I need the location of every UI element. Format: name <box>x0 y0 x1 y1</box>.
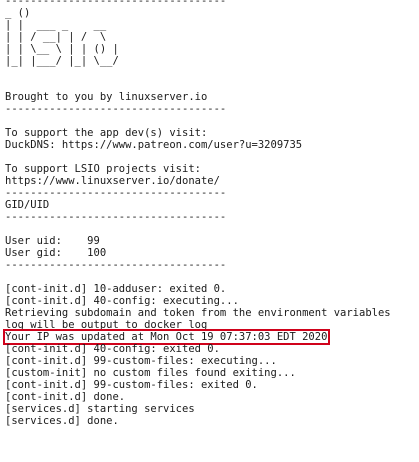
log-line: [cont-init.d] 99-custom-files: exited 0. <box>5 379 258 391</box>
ascii-logo-line: | | \__ \ | | () | <box>5 43 119 55</box>
log-line: [cont-init.d] 99-custom-files: executing… <box>5 355 277 367</box>
separator-line: ----------------------------------- <box>5 0 227 7</box>
log-line: [services.d] done. <box>5 415 119 427</box>
log-line: log will be output to docker log <box>5 319 208 331</box>
donate-link-line: https://www.linuxserver.io/donate/ <box>5 175 220 187</box>
ascii-logo-line: | | ___ _ __ <box>5 19 107 31</box>
gid-uid-heading: GID/UID <box>5 199 50 211</box>
separator-line: ----------------------------------- <box>5 187 227 199</box>
user-uid-line: User uid: 99 <box>5 235 100 247</box>
log-line: Retrieving subdomain and token from the … <box>5 307 391 319</box>
ascii-logo-line: |_| |___/ |_| \__/ <box>5 55 119 67</box>
ascii-logo-line: | | / __| | / \ <box>5 31 107 43</box>
user-gid-line: User gid: 100 <box>5 247 107 259</box>
highlighted-ip-update-line: Your IP was updated at Mon Oct 19 07:37:… <box>2 329 415 345</box>
console-log: ----------------------------------- _ () |… <box>2 0 415 427</box>
separator-line: ----------------------------------- <box>5 211 227 223</box>
support-lsio-line: To support LSIO projects visit: <box>5 163 201 175</box>
highlight-box: Your IP was updated at Mon Oct 19 07:37:… <box>2 329 331 345</box>
brought-by-line: Brought to you by linuxserver.io <box>5 91 208 103</box>
log-line: [cont-init.d] 10-adduser: exited 0. <box>5 283 227 295</box>
log-line: [cont-init.d] 40-config: executing... <box>5 295 239 307</box>
log-line: [cont-init.d] 40-config: exited 0. <box>5 343 220 355</box>
separator-line: ----------------------------------- <box>5 259 227 271</box>
ascii-logo-line: _ () <box>5 7 31 19</box>
support-app-line: To support the app dev(s) visit: <box>5 127 208 139</box>
separator-line: ----------------------------------- <box>5 103 227 115</box>
log-line: [cont-init.d] done. <box>5 391 126 403</box>
log-line: [services.d] starting services <box>5 403 195 415</box>
log-line: [custom-init] no custom files found exit… <box>5 367 296 379</box>
duckdns-link-line: DuckDNS: https://www.patreon.com/user?u=… <box>5 139 303 151</box>
